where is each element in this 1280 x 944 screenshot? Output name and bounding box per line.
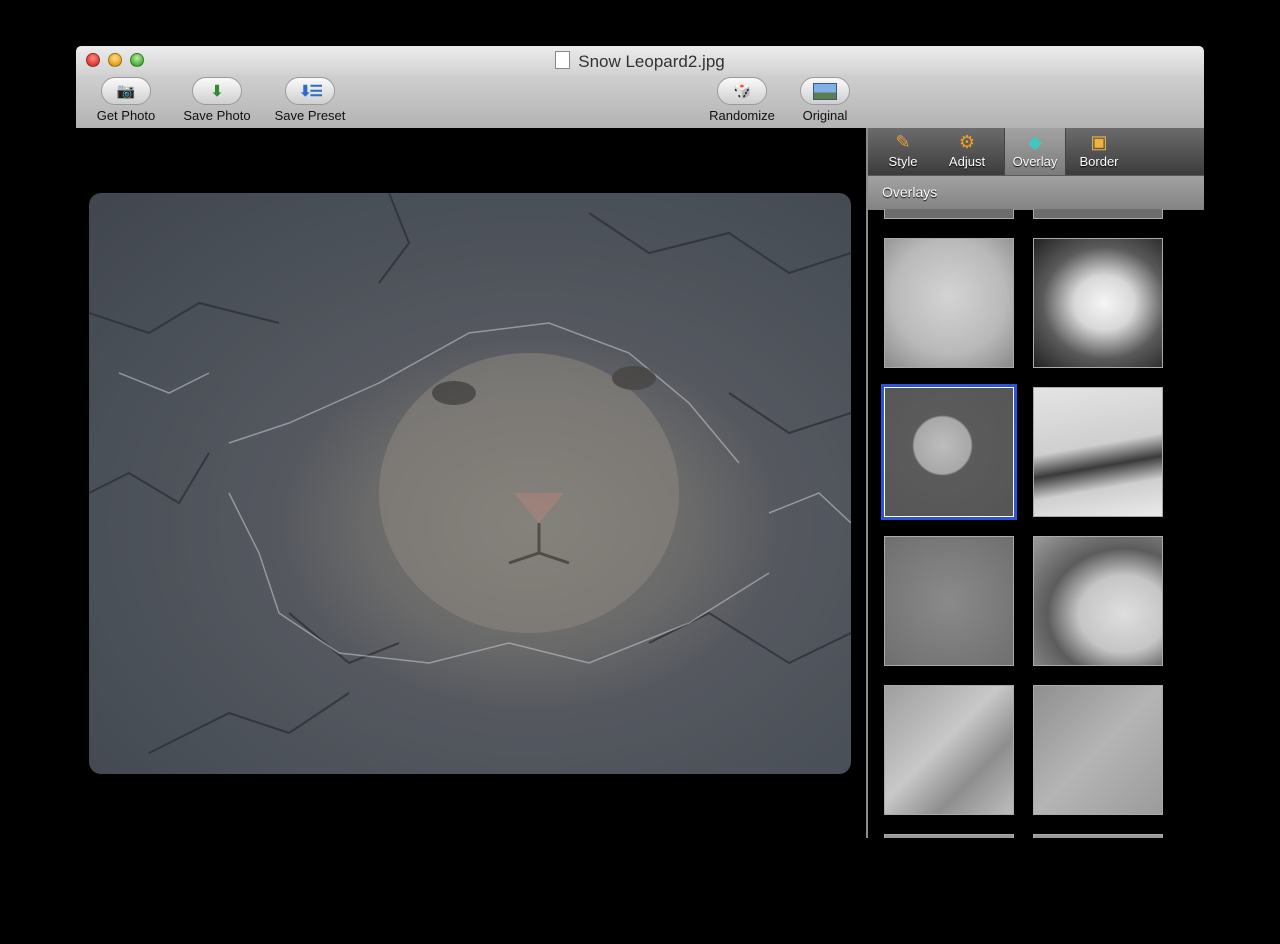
save-preset-icon: ⬇☰ [298,83,323,100]
tab-overlay-label: Overlay [1012,154,1058,169]
save-photo-label: Save Photo [183,108,251,123]
overlay-thumbnail[interactable] [884,536,1014,666]
title-bar[interactable]: Snow Leopard2.jpg [76,46,1204,75]
dice-icon: 🎲 [732,83,752,100]
overlay-thumbnail-selected[interactable] [881,384,1017,520]
cracked-stone-overlay [89,193,851,754]
window-title-text: Snow Leopard2.jpg [578,52,725,71]
get-photo-label: Get Photo [96,108,156,123]
leopard-face [379,353,679,633]
overlays-panel-header: Overlays [868,175,1204,210]
overlay-thumbnail[interactable] [1033,238,1163,368]
tab-border-label: Border [1079,154,1119,169]
original-label: Original [802,108,848,123]
app-window: Snow Leopard2.jpg 📷 Get Photo ⬇ Save Pho… [76,46,1204,838]
tab-border[interactable]: ▣ Border [1068,128,1130,175]
landscape-image-icon [813,82,837,100]
tab-style-label: Style [888,154,918,169]
sidebar-tabs: ✎ Style ⚙ Adjust ◆ Overlay ▣ Border [868,128,1204,175]
overlay-thumbnail[interactable] [884,238,1014,368]
tab-adjust-label: Adjust [948,154,986,169]
overlay-layers-icon: ◆ [1028,132,1042,152]
toolbar: 📷 Get Photo ⬇ Save Photo ⬇☰ Save Preset … [76,75,1204,129]
overlay-thumbnail[interactable] [1033,536,1163,666]
save-preset-button[interactable]: ⬇☰ Save Preset [260,77,360,123]
save-photo-button[interactable]: ⬇ Save Photo [167,77,267,123]
gear-icon: ⚙ [958,132,976,152]
snow-leopard-photo [89,193,851,774]
brush-icon: ✎ [895,132,911,152]
overlay-thumbnail[interactable] [884,834,1014,838]
photo-canvas[interactable] [76,128,866,838]
save-preset-label: Save Preset [274,108,346,123]
overlay-thumbnail[interactable] [884,209,1014,219]
overlay-thumbnail[interactable] [1033,685,1163,815]
overlays-panel-title: Overlays [882,184,938,200]
overlay-thumbnail[interactable] [1033,834,1163,838]
tab-adjust[interactable]: ⚙ Adjust [936,128,998,175]
camera-icon: 📷 [116,83,136,100]
download-arrow-icon: ⬇ [210,83,224,100]
original-button[interactable]: Original [775,77,875,123]
overlay-thumbnail[interactable] [1033,209,1163,219]
tab-overlay[interactable]: ◆ Overlay [1004,128,1066,175]
window-title: Snow Leopard2.jpg [76,51,1204,72]
get-photo-button[interactable]: 📷 Get Photo [76,77,176,123]
overlay-thumbnail[interactable] [1033,387,1163,517]
document-icon [555,51,571,69]
overlay-thumbnail-grid [868,209,1204,838]
overlay-thumbnail[interactable] [884,685,1014,815]
tab-style[interactable]: ✎ Style [872,128,934,175]
border-frame-icon: ▣ [1090,132,1108,152]
